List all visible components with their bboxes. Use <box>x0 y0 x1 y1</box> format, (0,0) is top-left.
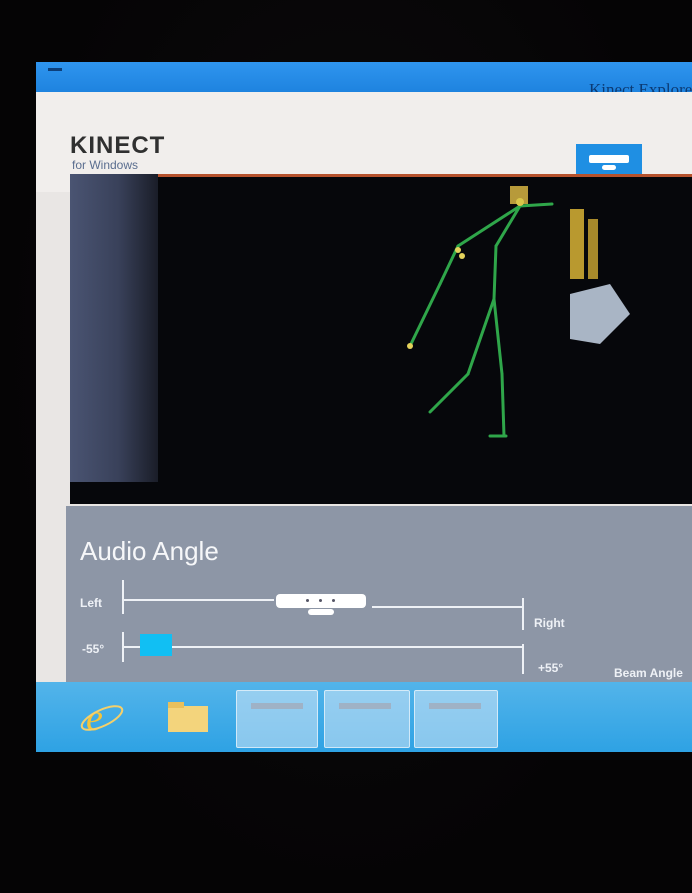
beam-scale-line <box>124 646 522 648</box>
sensor-bar <box>589 155 629 163</box>
beam-angle-marker[interactable] <box>140 634 172 656</box>
sound-source-sensor-icon <box>276 594 366 608</box>
sound-scale-line-left <box>124 599 274 601</box>
skeleton-figure <box>407 186 630 438</box>
beam-min-label: -55° <box>82 642 105 656</box>
hand-joint <box>407 343 413 349</box>
joint-marker <box>455 247 461 253</box>
system-menu-icon[interactable] <box>48 68 62 71</box>
skeleton-viewer <box>70 174 692 504</box>
beam-scale-right-tick <box>522 644 524 674</box>
taskbar-window-button[interactable] <box>324 690 410 748</box>
sound-source-sensor-base <box>308 609 334 615</box>
windows-taskbar: e <box>36 682 692 752</box>
sensor-base <box>602 165 616 170</box>
internet-explorer-icon[interactable]: e <box>76 690 126 746</box>
taskbar-window-button[interactable] <box>414 690 498 748</box>
sound-right-label: Right <box>534 616 565 630</box>
background-object <box>570 284 630 344</box>
head-joint <box>516 198 524 206</box>
kinect-explorer-window: Kinect Explorer KINECT for Windows Audio… <box>36 62 692 752</box>
sound-scale-left-tick <box>122 580 124 614</box>
beam-angle-label: Beam Angle <box>614 666 683 680</box>
sound-left-label: Left <box>80 596 102 610</box>
depth-pixel-block <box>570 209 584 279</box>
window-thumbnail-icon <box>429 703 481 709</box>
window-thumbnail-icon <box>339 703 391 709</box>
kinect-logo-text: KINECT <box>70 132 166 159</box>
audio-angle-panel: Audio Angle Left Right -55° +55° Beam An… <box>66 506 692 706</box>
beam-max-label: +55° <box>538 661 564 675</box>
title-bar[interactable]: Kinect Explorer <box>36 62 692 99</box>
depth-pixel-block <box>588 219 598 279</box>
monitor-bezel: Kinect Explorer KINECT for Windows Audio… <box>0 0 692 893</box>
window-thumbnail-icon <box>251 703 303 709</box>
taskbar-window-button[interactable] <box>236 690 318 748</box>
sound-scale-right-tick <box>522 598 524 630</box>
joint-marker <box>459 253 465 259</box>
kinect-logo-subtitle: for Windows <box>72 158 139 172</box>
sound-scale-line-right <box>372 606 522 608</box>
audio-angle-title: Audio Angle <box>80 536 219 566</box>
file-explorer-icon[interactable] <box>164 690 214 746</box>
